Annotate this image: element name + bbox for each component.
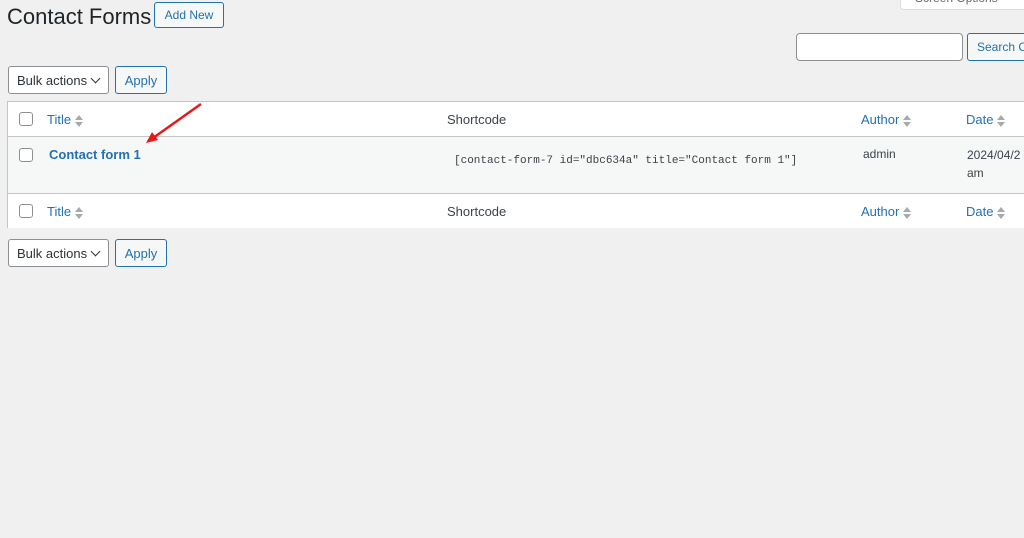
sort-icon [903,114,912,127]
sort-icon [997,206,1006,219]
shortcode-text[interactable]: [contact-form-7 id="dbc634a" title="Cont… [454,155,797,167]
screen-options-button[interactable]: Screen Options [900,0,1024,10]
apply-button-top[interactable]: Apply [115,66,167,94]
search-button[interactable]: Search Contact Forms [967,33,1024,61]
column-date-footer[interactable]: Date [966,204,1006,219]
page-title: Contact Forms [7,4,152,29]
column-title-header[interactable]: Title [47,112,84,127]
bulk-actions-select-top[interactable]: Bulk actions [8,66,109,94]
bulk-actions-label: Bulk actions [17,245,88,261]
sort-icon [75,206,84,219]
author-text: admin [863,147,896,161]
select-all-checkbox-footer[interactable] [19,204,33,218]
table-header-row: Title Shortcode Author Date [8,102,1024,137]
search-input[interactable] [796,33,963,61]
select-all-checkbox[interactable] [19,112,33,126]
column-author-footer[interactable]: Author [861,204,912,219]
table-footer-row: Title Shortcode Author Date [8,194,1024,228]
column-date-header[interactable]: Date [966,112,1006,127]
chevron-down-icon [90,246,101,256]
bulk-actions-select-bottom[interactable]: Bulk actions [8,239,109,267]
row-checkbox[interactable] [19,148,33,162]
apply-button-bottom[interactable]: Apply [115,239,167,267]
column-shortcode-header: Shortcode [447,112,507,127]
table-row: Contact form 1 [contact-form-7 id="dbc63… [8,137,1024,194]
column-title-footer[interactable]: Title [47,204,84,219]
sort-icon [903,206,912,219]
sort-icon [75,114,84,127]
column-author-header[interactable]: Author [861,112,912,127]
chevron-down-icon [90,73,101,83]
add-new-button[interactable]: Add New [154,2,224,28]
form-title-link[interactable]: Contact form 1 [49,147,141,162]
sort-icon [997,114,1006,127]
date-line1: 2024/04/2 [967,148,1021,162]
bulk-actions-label: Bulk actions [17,72,88,88]
date-line2: am [967,166,984,180]
column-shortcode-footer: Shortcode [447,204,507,219]
contact-forms-table: Title Shortcode Author Date Contact form… [7,101,1024,228]
